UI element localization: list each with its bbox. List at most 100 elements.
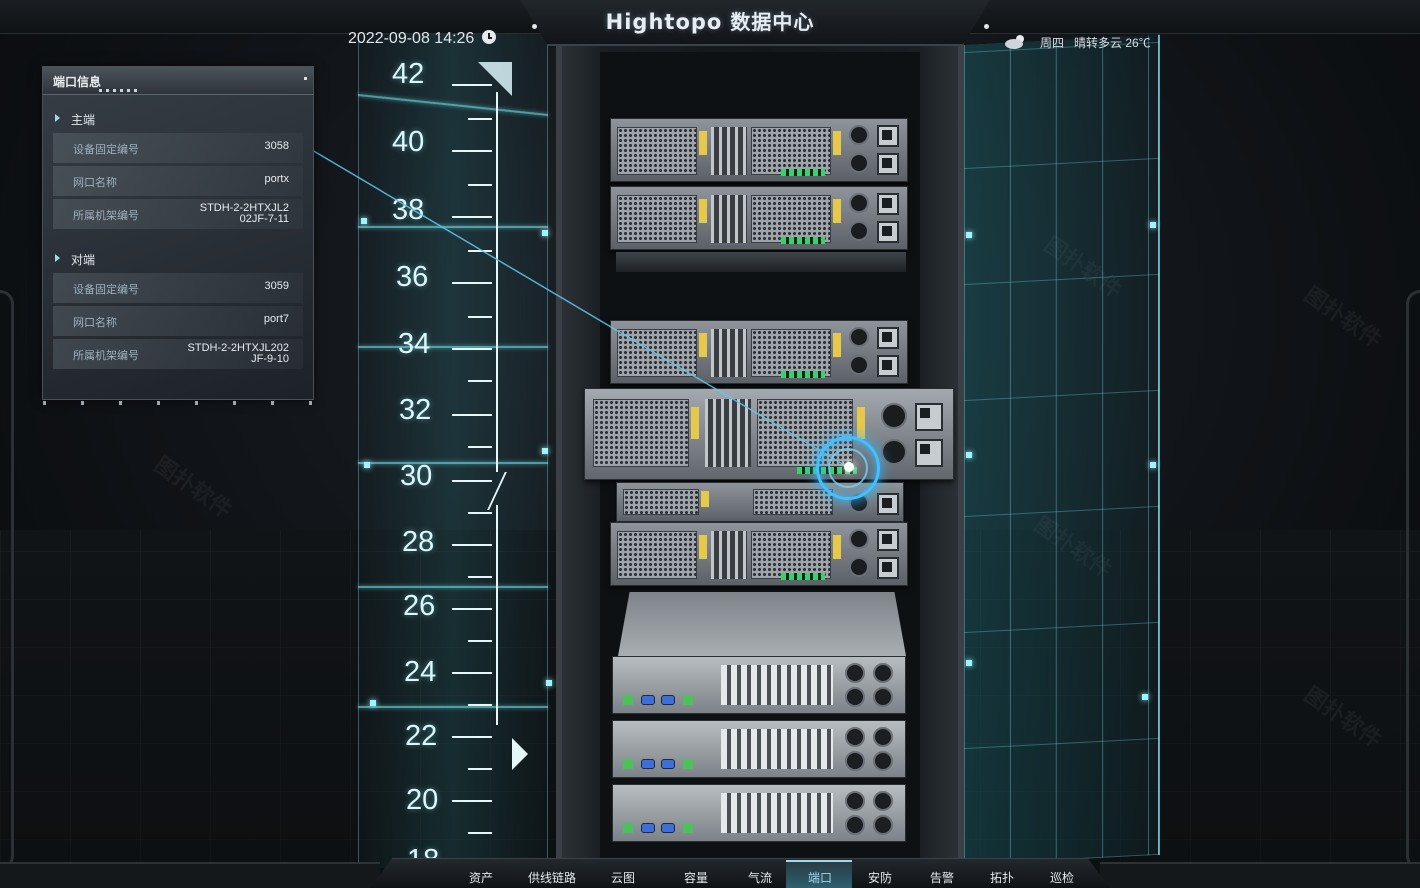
target-section-header[interactable]: 对端 (43, 243, 313, 273)
ruler-label: 34 (398, 328, 431, 360)
ruler-tick (452, 480, 492, 482)
ruler-label: 24 (404, 656, 437, 688)
ruler-label: 38 (392, 194, 425, 226)
grid-node (546, 680, 552, 686)
datetime: 2022-09-08 14:26 (348, 30, 497, 48)
row-key: 所属机架编号 (73, 209, 139, 222)
clock-icon (482, 30, 497, 44)
ruler-tick (468, 512, 492, 514)
nav-item-inspection[interactable]: 巡检 (1032, 869, 1092, 886)
panel-title: 端口信息 (53, 75, 102, 89)
server-unit[interactable] (612, 720, 906, 778)
caret-right-icon (55, 254, 60, 262)
grid-node (1142, 694, 1148, 700)
server-unit[interactable] (612, 784, 906, 842)
right-grid-panel (962, 34, 1160, 866)
target-rack-id-row: 所属机架编号 STDH-2-2HTXJL202 JF-9-10 (53, 339, 303, 369)
nav-item-cabling[interactable]: 供线链路 (522, 869, 582, 886)
ruler-tick (452, 348, 492, 350)
rack-shelf (616, 252, 906, 272)
target-port-name-row: 网口名称 port7 (53, 306, 303, 336)
nav-item-topology[interactable]: 拓扑 (972, 869, 1032, 886)
grid-node (364, 462, 370, 468)
ruler-tick (468, 316, 492, 318)
ruler-label: 36 (396, 261, 429, 293)
ruler-tick (452, 800, 492, 802)
source-rack-id-row: 所属机架编号 STDH-2-2HTXJL2 02JF-7-11 (53, 199, 303, 229)
grid-node (542, 230, 548, 236)
server-unit[interactable] (610, 186, 908, 250)
ruler-tick (468, 768, 492, 770)
nav-item-ports[interactable]: 端口 (790, 869, 850, 886)
row-value: port7 (263, 313, 289, 325)
nav-item-cloudmap[interactable]: 云图 (593, 869, 653, 886)
selected-server-unit[interactable] (584, 388, 954, 480)
ruler-tick (452, 544, 492, 546)
server-unit[interactable] (610, 522, 908, 586)
ruler-tick (468, 118, 492, 120)
target-device-id-row: 设备固定编号 3059 (53, 273, 303, 303)
ruler-tick (452, 84, 492, 86)
row-value: 3059 (264, 280, 289, 292)
caret-right-icon (55, 114, 60, 122)
ruler-tick (468, 576, 492, 578)
grid-node (966, 452, 972, 458)
ruler-label: 40 (392, 126, 425, 158)
nav-item-assets[interactable]: 资产 (451, 869, 511, 886)
source-section-label: 主端 (71, 113, 96, 127)
grid-node (361, 218, 367, 224)
grid-node (370, 700, 376, 706)
panel-title-decoration (99, 89, 139, 92)
weekday: 周四 (1040, 36, 1065, 50)
selected-port[interactable] (844, 462, 854, 472)
nav-item-airflow[interactable]: 气流 (730, 869, 790, 886)
panel-bottom-decoration (43, 401, 313, 405)
cloud-sun-icon (1004, 33, 1028, 49)
bottom-frame-right (1100, 862, 1420, 888)
grid-node (966, 660, 972, 666)
app-title: Hightopo 数据中心 (0, 6, 1420, 35)
row-value: STDH-2-2HTXJL2 02JF-7-11 (200, 203, 289, 225)
grid-node (966, 232, 972, 238)
nav-item-capacity[interactable]: 容量 (666, 869, 726, 886)
ruler-tick (452, 608, 492, 610)
weather-widget: 周四 晴转多云 26℃ (1004, 33, 1151, 51)
side-frame-left (0, 290, 14, 870)
ruler-tick (468, 184, 492, 186)
ruler-tick (468, 380, 492, 382)
source-port-name-row: 网口名称 portx (53, 166, 303, 196)
grid-node (1150, 462, 1156, 468)
ruler-tick (468, 704, 492, 706)
row-key: 网口名称 (73, 176, 117, 189)
server-unit[interactable] (610, 118, 908, 182)
ruler-label: 22 (405, 720, 438, 752)
ruler-rail (496, 92, 498, 472)
ruler-grid-line (358, 462, 548, 464)
server-unit[interactable] (612, 656, 906, 714)
play-arrow-icon[interactable] (512, 738, 528, 770)
ruler-label: 32 (399, 394, 432, 426)
row-key: 网口名称 (73, 316, 117, 329)
bottom-frame-left (0, 862, 380, 888)
row-key: 设备固定编号 (73, 283, 139, 296)
ruler-label: 28 (402, 526, 435, 558)
row-value-line: JF-9-10 (251, 353, 289, 365)
ruler-grid-line (358, 586, 548, 588)
nav-item-alarms[interactable]: 告警 (912, 869, 972, 886)
target-section-label: 对端 (71, 253, 96, 267)
row-value: STDH-2-2HTXJL202 JF-9-10 (188, 343, 289, 365)
ruler-label: 20 (406, 784, 439, 816)
brand-subtitle: 数据中心 (730, 10, 815, 34)
source-device-id-row: 设备固定编号 3058 (53, 133, 303, 163)
port-info-panel: 端口信息 主端 设备固定编号 3058 网口名称 portx 所属机架编号 ST… (42, 66, 314, 405)
nav-item-security[interactable]: 安防 (850, 869, 910, 886)
source-section-header[interactable]: 主端 (43, 103, 313, 133)
ruler-grid-line (358, 226, 548, 228)
grid-node (1150, 222, 1156, 228)
ruler-tick (452, 736, 492, 738)
server-unit[interactable] (610, 320, 908, 384)
ruler-tick (468, 640, 492, 642)
panel-corner-dot (304, 77, 307, 80)
ruler-tick (468, 250, 492, 252)
row-value: portx (264, 173, 289, 185)
